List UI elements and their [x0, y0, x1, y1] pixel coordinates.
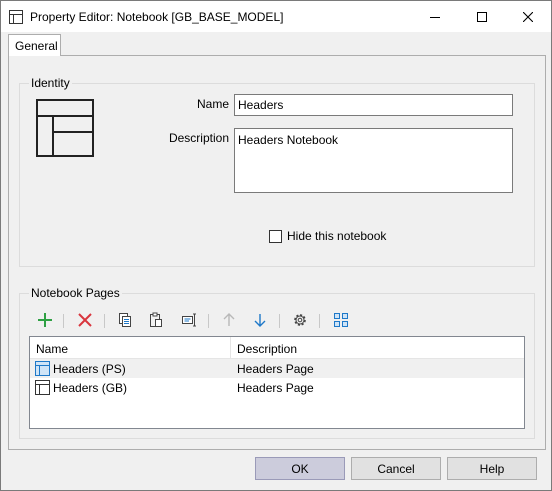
help-button[interactable]: Help: [447, 457, 537, 480]
notebook-icon: [9, 10, 23, 24]
title-bar[interactable]: Property Editor: Notebook [GB_BASE_MODEL…: [1, 1, 551, 32]
property-editor-window: Property Editor: Notebook [GB_BASE_MODEL…: [0, 0, 552, 491]
close-button[interactable]: [505, 1, 551, 32]
delete-page-button[interactable]: [75, 310, 95, 330]
list-item[interactable]: Headers (PS) Headers Page: [30, 359, 524, 378]
toolbar-separator: [63, 314, 64, 328]
list-item[interactable]: Headers (GB) Headers Page: [30, 378, 524, 397]
add-icon: [38, 313, 52, 327]
notebook-page-icon: [35, 361, 50, 376]
notebook-pages-list[interactable]: Name Description Headers (PS) Headers Pa…: [29, 336, 525, 429]
toolbar-separator: [104, 314, 105, 328]
description-field[interactable]: Headers Notebook: [234, 128, 513, 193]
list-item-description: Headers Page: [237, 362, 314, 376]
move-up-icon: [223, 313, 235, 326]
list-item-name: Headers (PS): [53, 362, 126, 376]
hide-notebook-checkbox-row[interactable]: Hide this notebook: [269, 229, 386, 243]
hide-notebook-label: Hide this notebook: [287, 229, 387, 243]
tab-general[interactable]: General: [8, 34, 61, 56]
delete-icon: [78, 313, 92, 327]
name-label: Name: [196, 97, 229, 111]
toolbar-separator: [279, 314, 280, 328]
move-up-button[interactable]: [219, 310, 239, 330]
paste-icon: [150, 312, 162, 327]
name-field[interactable]: Headers: [234, 94, 513, 116]
column-header-name[interactable]: Name: [30, 337, 230, 359]
cancel-button[interactable]: Cancel: [351, 457, 441, 480]
page-settings-button[interactable]: [290, 310, 310, 330]
hide-notebook-checkbox[interactable]: [269, 229, 282, 243]
toolbar-separator: [319, 314, 320, 328]
close-icon: [523, 11, 533, 22]
minimize-icon: [430, 16, 440, 18]
notebook-page-icon: [35, 380, 50, 395]
ok-button[interactable]: OK: [255, 457, 345, 480]
notebook-layout-icon: [36, 99, 94, 157]
list-header: Name Description: [30, 337, 524, 359]
notebook-pages-group-caption: Notebook Pages: [29, 286, 122, 300]
description-label: Description: [168, 131, 229, 145]
grid-view-icon: [334, 313, 348, 327]
settings-icon: [294, 314, 306, 326]
toolbar-separator: [208, 314, 209, 328]
add-page-button[interactable]: [35, 310, 55, 330]
paste-page-button[interactable]: [146, 310, 166, 330]
list-item-name: Headers (GB): [53, 381, 128, 395]
rename-icon: [182, 313, 196, 327]
minimize-button[interactable]: [412, 1, 458, 32]
rename-page-button[interactable]: [179, 310, 199, 330]
maximize-icon: [477, 11, 487, 22]
column-header-description[interactable]: Description: [231, 337, 524, 359]
grid-view-button[interactable]: [331, 310, 351, 330]
copy-page-button[interactable]: [115, 310, 135, 330]
tab-general-label: General: [15, 39, 58, 53]
identity-group-caption: Identity: [29, 76, 72, 90]
copy-icon: [119, 313, 131, 327]
window-title: Property Editor: Notebook [GB_BASE_MODEL…: [30, 10, 284, 24]
move-down-button[interactable]: [250, 310, 270, 330]
move-down-icon: [254, 314, 266, 327]
maximize-button[interactable]: [459, 1, 505, 32]
list-item-description: Headers Page: [237, 381, 314, 395]
